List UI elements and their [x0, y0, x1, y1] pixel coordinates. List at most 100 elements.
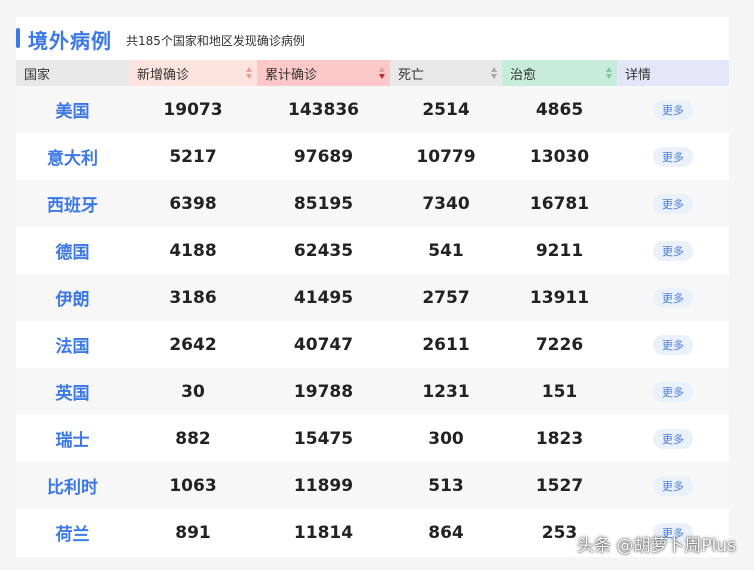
more-button[interactable]: 更多 [653, 193, 693, 214]
cell-new: 891 [175, 522, 211, 543]
column-header-deaths[interactable]: 死亡 [390, 60, 502, 86]
table-row: 德国 4188 62435 541 9211 更多 [16, 227, 729, 274]
cell-cured: 7226 [535, 334, 584, 355]
cell-country: 英国 [55, 384, 90, 404]
watermark-text: 头条 @胡萝卜周Plus [576, 536, 736, 556]
column-header-country: 国家 [16, 60, 129, 86]
more-button[interactable]: 更多 [653, 428, 693, 449]
cell-country: 西班牙 [47, 196, 98, 216]
cell-detail: 更多 [617, 462, 729, 509]
sort-arrows-icon[interactable] [490, 67, 498, 79]
table-row: 美国 19073 143836 2514 4865 更多 [16, 86, 729, 133]
panel-header: 境外病例 共185个国家和地区发现确诊病例 [16, 17, 729, 60]
cell-country: 法国 [55, 337, 90, 357]
cell-cured: 4865 [535, 99, 584, 120]
table-header: 国家 新增确诊 累计确诊 死亡 治愈 详情 [16, 60, 729, 86]
cell-new: 882 [175, 428, 211, 449]
table-row: 西班牙 6398 85195 7340 16781 更多 [16, 180, 729, 227]
cell-cured: 13911 [529, 287, 590, 308]
cell-total: 11814 [293, 522, 354, 543]
cell-new: 6398 [169, 193, 217, 214]
more-button[interactable]: 更多 [653, 99, 693, 120]
cell-new: 3186 [169, 287, 217, 308]
page-subtitle: 共185个国家和地区发现确诊病例 [126, 34, 305, 48]
cell-detail: 更多 [617, 133, 729, 180]
cell-country: 德国 [55, 243, 90, 263]
cell-detail: 更多 [617, 274, 729, 321]
cell-total: 62435 [293, 240, 354, 261]
cell-deaths: 2514 [422, 99, 470, 120]
cell-country: 伊朗 [55, 290, 90, 310]
column-header-total[interactable]: 累计确诊 [257, 60, 390, 86]
cell-cured: 9211 [535, 240, 584, 261]
cell-total: 143836 [288, 99, 359, 120]
sort-arrows-icon[interactable] [245, 67, 253, 79]
more-button[interactable]: 更多 [653, 240, 693, 261]
column-header-label: 治愈 [510, 67, 537, 83]
cell-cured: 1527 [535, 475, 584, 496]
cell-detail: 更多 [617, 368, 729, 415]
cell-detail: 更多 [617, 415, 729, 462]
cell-country: 比利时 [47, 478, 98, 498]
column-header-label: 国家 [24, 67, 51, 83]
sort-up-icon [606, 67, 612, 72]
column-header-new[interactable]: 新增确诊 [129, 60, 257, 86]
column-header-label: 累计确诊 [265, 67, 318, 83]
cell-detail: 更多 [617, 180, 729, 227]
cell-detail: 更多 [617, 227, 729, 274]
cell-deaths: 300 [428, 428, 464, 449]
cell-new: 1063 [169, 475, 217, 496]
sort-down-icon [379, 74, 385, 79]
cell-new: 19073 [163, 99, 223, 120]
table-row: 伊朗 3186 41495 2757 13911 更多 [16, 274, 729, 321]
table-body: 美国 19073 143836 2514 4865 更多 意大利 5217 97689 10779… [16, 86, 729, 556]
more-button[interactable]: 更多 [653, 381, 693, 402]
cell-cured: 16781 [529, 193, 590, 214]
column-header-cured[interactable]: 治愈 [502, 60, 617, 86]
cell-detail: 更多 [617, 86, 729, 133]
sort-arrows-icon[interactable] [605, 67, 613, 79]
cell-deaths: 541 [428, 240, 464, 261]
cell-country: 美国 [55, 102, 90, 122]
table-row: 英国 30 19788 1231 151 更多 [16, 368, 729, 415]
cell-cured: 151 [541, 381, 578, 402]
more-button[interactable]: 更多 [653, 334, 693, 355]
cell-deaths: 7340 [422, 193, 470, 214]
table-row: 意大利 5217 97689 10779 13030 更多 [16, 133, 729, 180]
cell-new: 5217 [169, 146, 217, 167]
cell-total: 15475 [293, 428, 354, 449]
cell-country: 瑞士 [55, 431, 90, 451]
sort-down-icon [606, 74, 612, 79]
more-button[interactable]: 更多 [653, 287, 693, 308]
cell-new: 4188 [169, 240, 217, 261]
more-button[interactable]: 更多 [653, 146, 693, 167]
title-accent-bar [16, 28, 20, 48]
cell-deaths: 10779 [416, 146, 476, 167]
cell-total: 40747 [293, 334, 354, 355]
sort-up-icon [379, 67, 385, 72]
column-header-label: 新增确诊 [137, 67, 190, 83]
cell-country: 荷兰 [55, 525, 90, 545]
table-row: 比利时 1063 11899 513 1527 更多 [16, 462, 729, 509]
cell-detail: 更多 [617, 321, 729, 368]
sort-down-icon [246, 74, 252, 79]
cell-total: 97689 [293, 146, 354, 167]
cell-deaths: 2757 [422, 287, 470, 308]
cell-total: 11899 [293, 475, 354, 496]
sort-arrows-icon[interactable] [378, 67, 386, 79]
cell-country: 意大利 [47, 149, 98, 169]
cell-total: 85195 [293, 193, 354, 214]
cell-new: 2642 [169, 334, 217, 355]
column-header-label: 详情 [625, 67, 652, 83]
cell-total: 41495 [293, 287, 354, 308]
cell-total: 19788 [293, 381, 354, 402]
overseas-cases-panel: 境外病例 共185个国家和地区发现确诊病例 国家 新增确诊 累计确诊 死亡 治愈 详情 美… [16, 17, 729, 557]
cell-cured: 13030 [529, 146, 590, 167]
cell-deaths: 864 [428, 522, 464, 543]
more-button[interactable]: 更多 [653, 475, 693, 496]
page-title: 境外病例 [28, 29, 112, 53]
column-header-detail: 详情 [617, 60, 729, 86]
cell-deaths: 1231 [422, 381, 470, 402]
sort-down-icon [491, 74, 497, 79]
cell-cured: 1823 [535, 428, 584, 449]
